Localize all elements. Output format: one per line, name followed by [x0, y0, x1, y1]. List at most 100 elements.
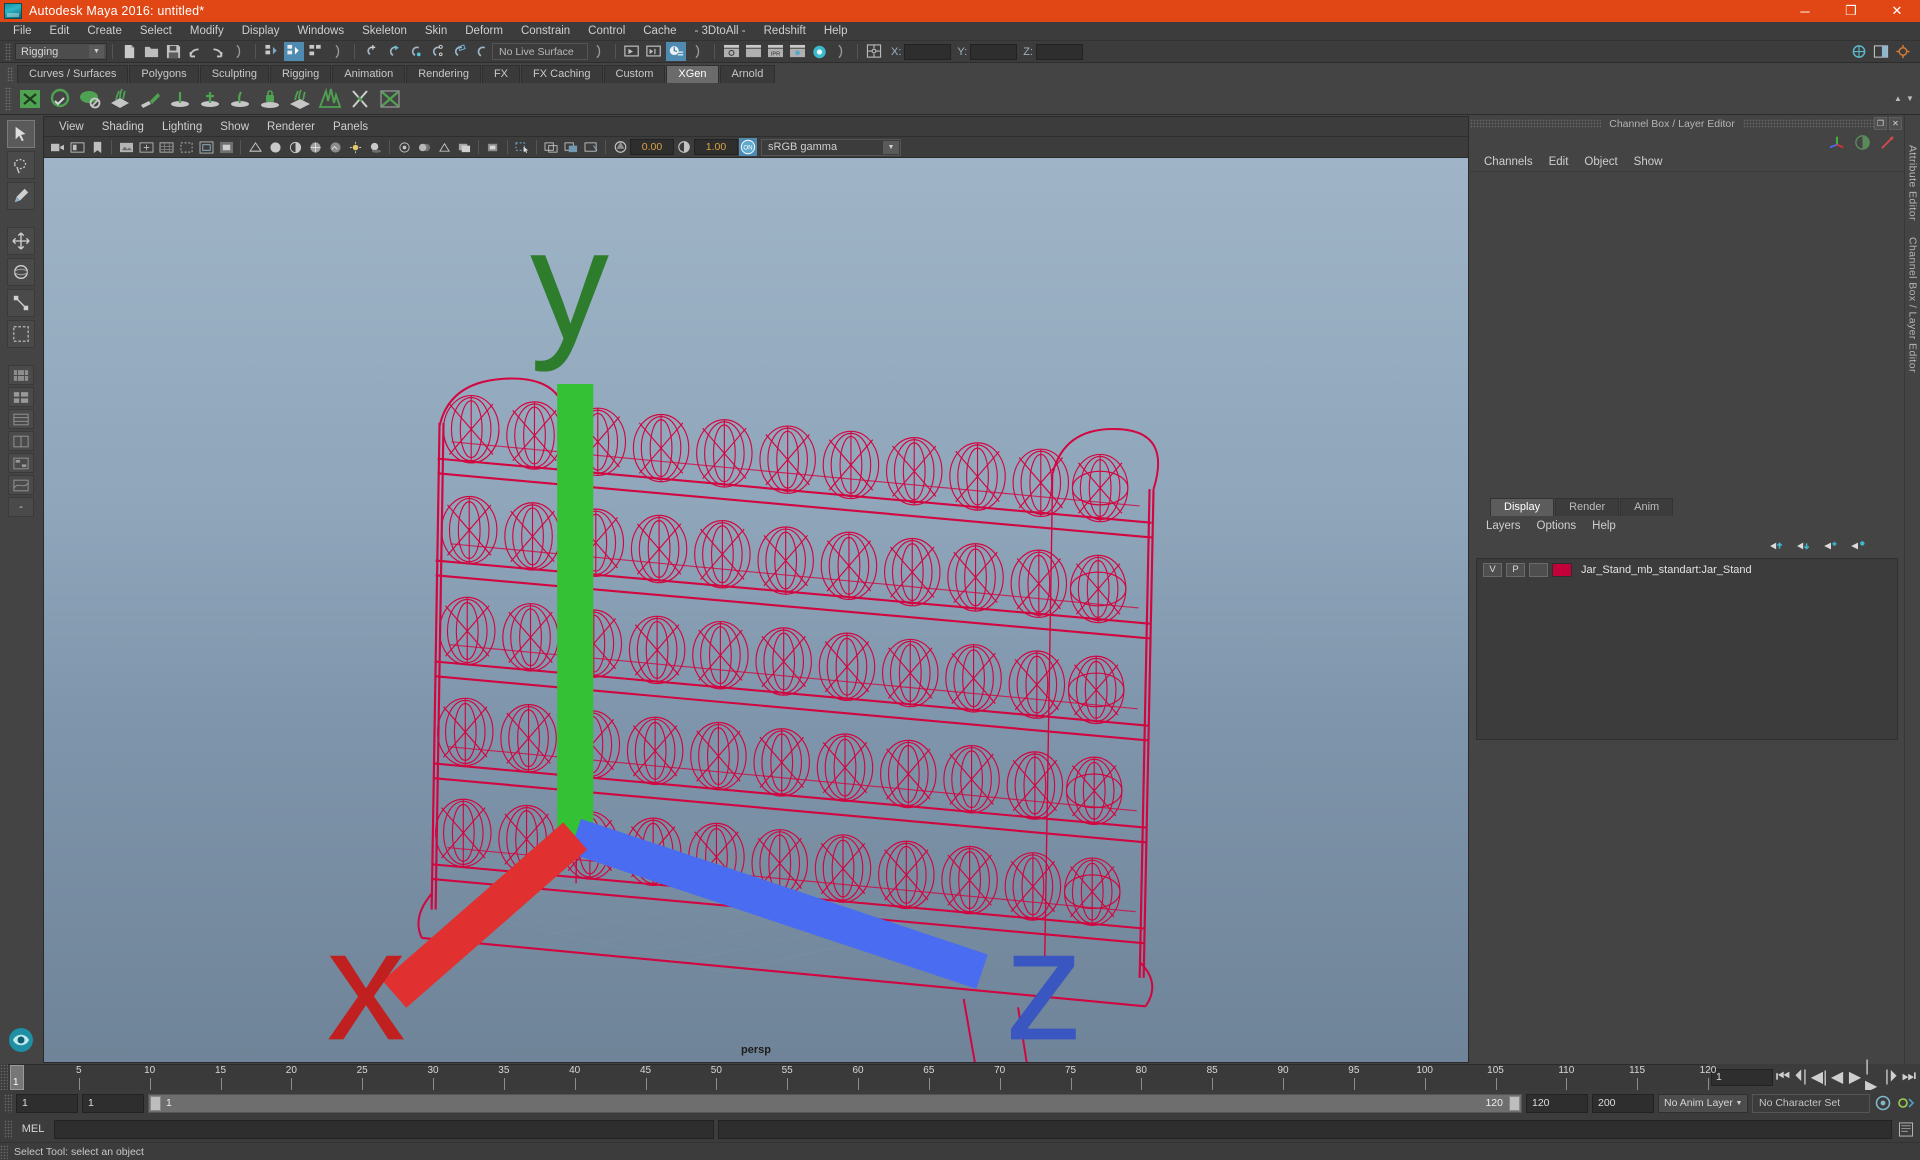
channel-box-content[interactable] [1470, 172, 1904, 497]
shelf-tab-xgen[interactable]: XGen [666, 65, 719, 83]
menu-set-selector[interactable]: Rigging ▼ [15, 43, 107, 60]
menu-display[interactable]: Display [233, 22, 289, 41]
step-forward-key-icon[interactable]: |⏵ [1883, 1068, 1899, 1086]
step-back-frame-icon[interactable]: ◀| [1811, 1069, 1827, 1086]
menu-help[interactable]: Help [815, 22, 857, 41]
ipr-preview-render-icon[interactable] [721, 42, 741, 61]
new-layer-icon[interactable] [1823, 540, 1839, 552]
menu-modify[interactable]: Modify [181, 22, 233, 41]
lasso-select-tool[interactable] [7, 151, 35, 179]
transform-pivot-icon[interactable] [864, 42, 884, 61]
move-manip-icon[interactable] [1828, 134, 1846, 150]
minimize-button[interactable]: ─ [1782, 0, 1828, 22]
dock-drag-handle-right[interactable] [1742, 119, 1874, 128]
wireframe-icon[interactable] [246, 138, 264, 156]
close-icon[interactable]: ✕ [1889, 117, 1902, 130]
range-start-field[interactable]: 1 [82, 1093, 144, 1113]
color-management-toggle[interactable]: ON [739, 138, 757, 156]
isolate-select-icon[interactable] [484, 138, 502, 156]
shelf-tab-arnold[interactable]: Arnold [719, 65, 776, 83]
attribute-editor-icon[interactable] [1879, 134, 1896, 151]
panel-menu-show[interactable]: Show [211, 117, 258, 137]
play-forwards-icon[interactable]: ▶ [1847, 1069, 1863, 1086]
show-tool-settings-icon[interactable] [1893, 42, 1913, 61]
ipr-render-icon[interactable]: IPR [765, 42, 785, 61]
viewport-3d[interactable]: persp y z x [44, 158, 1468, 1062]
move-tool[interactable] [7, 227, 35, 255]
render-setup-icon[interactable] [787, 42, 807, 61]
shelf-grip[interactable] [7, 67, 14, 81]
menu-cache[interactable]: Cache [634, 22, 685, 41]
anim-start-field[interactable]: 1 [16, 1093, 78, 1113]
menu-edit[interactable]: Edit [41, 22, 79, 41]
shelf-tab-polygons[interactable]: Polygons [129, 65, 199, 83]
shelf-tab-curves-surfaces[interactable]: Curves / Surfaces [17, 65, 129, 83]
render-more-icon[interactable] [688, 42, 708, 61]
panel-menu-lighting[interactable]: Lighting [153, 117, 211, 137]
range-end-handle[interactable] [1509, 1095, 1520, 1111]
time-slider-grip[interactable] [0, 1064, 8, 1090]
xgen-density-brush-icon[interactable] [166, 85, 194, 113]
display-layer-list[interactable]: V P Jar_Stand_mb_standart:Jar_Stand [1476, 557, 1898, 740]
shelf-tab-fx-caching[interactable]: FX Caching [521, 65, 603, 83]
xgen-guides-icon[interactable] [136, 85, 164, 113]
shelf-scroll-down-icon[interactable]: ▼ [1904, 93, 1916, 104]
color-profile-selector[interactable]: sRGB gamma ▼ [761, 138, 901, 156]
smooth-shade-selected-icon[interactable] [286, 138, 304, 156]
select-tool[interactable] [7, 120, 35, 148]
toggle-sidebar-icon[interactable] [229, 42, 249, 61]
component-mask-icon[interactable] [328, 42, 348, 61]
redshift-render-icon[interactable] [809, 42, 829, 61]
script-editor-icon[interactable] [1896, 1120, 1916, 1139]
wireframe-on-shaded-icon[interactable] [306, 138, 324, 156]
new-layer-from-selection-icon[interactable] [1850, 540, 1866, 552]
textured-icon[interactable] [326, 138, 344, 156]
layer-tab-render[interactable]: Render [1555, 497, 1620, 516]
exposure-icon[interactable] [611, 138, 629, 156]
menu-redshift[interactable]: Redshift [755, 22, 815, 41]
shelf-tab-animation[interactable]: Animation [332, 65, 406, 83]
panel-menu-panels[interactable]: Panels [324, 117, 377, 137]
layout-persp-graph-icon[interactable] [8, 475, 34, 495]
soft-select-tool[interactable] [7, 320, 35, 348]
menu-file[interactable]: File [4, 22, 41, 41]
command-language-label[interactable]: MEL [16, 1123, 50, 1135]
xgen-add-brush-icon[interactable] [196, 85, 224, 113]
gamma-field[interactable]: 1.00 [694, 139, 738, 155]
contrast-icon[interactable] [675, 138, 693, 156]
shelf-tab-custom[interactable]: Custom [603, 65, 666, 83]
layout-more-icon[interactable]: - [8, 497, 34, 517]
live-surface-field[interactable]: No Live Surface [492, 43, 588, 60]
gate-mask-icon[interactable] [217, 138, 235, 156]
layer-color-swatch[interactable] [1552, 562, 1572, 577]
layout-persp-outliner-icon[interactable] [8, 431, 34, 451]
open-render-view-icon[interactable] [622, 42, 642, 61]
new-scene-icon[interactable] [119, 42, 139, 61]
film-gate-icon[interactable] [177, 138, 195, 156]
menu-select[interactable]: Select [131, 22, 181, 41]
menu-control[interactable]: Control [579, 22, 634, 41]
scale-tool[interactable] [7, 289, 35, 317]
layer-menu-options[interactable]: Options [1529, 516, 1585, 536]
two-d-pan-zoom-icon[interactable] [137, 138, 155, 156]
make-live-icon[interactable] [471, 42, 491, 61]
coord-z-field[interactable] [1035, 43, 1083, 60]
layer-tab-display[interactable]: Display [1490, 497, 1555, 516]
range-slider-grip[interactable] [4, 1093, 12, 1113]
layout-single-icon[interactable] [8, 365, 34, 385]
channel-menu-show[interactable]: Show [1626, 152, 1671, 172]
render-settings-icon[interactable] [666, 42, 686, 61]
go-to-start-icon[interactable]: ⏮ [1775, 1068, 1791, 1086]
panel-menu-shading[interactable]: Shading [93, 117, 153, 137]
shelf-tab-rigging[interactable]: Rigging [269, 65, 332, 83]
character-set-field[interactable]: No Character Set [1752, 1093, 1870, 1113]
layout-two-pane-icon[interactable] [8, 387, 34, 407]
xgen-length-brush-icon[interactable] [226, 85, 254, 113]
layer-menu-help[interactable]: Help [1584, 516, 1624, 536]
redo-icon[interactable] [207, 42, 227, 61]
bookmark-icon[interactable] [88, 138, 106, 156]
xgen-noise-icon[interactable] [316, 85, 344, 113]
panel-menu-renderer[interactable]: Renderer [258, 117, 324, 137]
multisample-aa-icon[interactable] [435, 138, 453, 156]
depth-peel-icon[interactable] [455, 138, 473, 156]
